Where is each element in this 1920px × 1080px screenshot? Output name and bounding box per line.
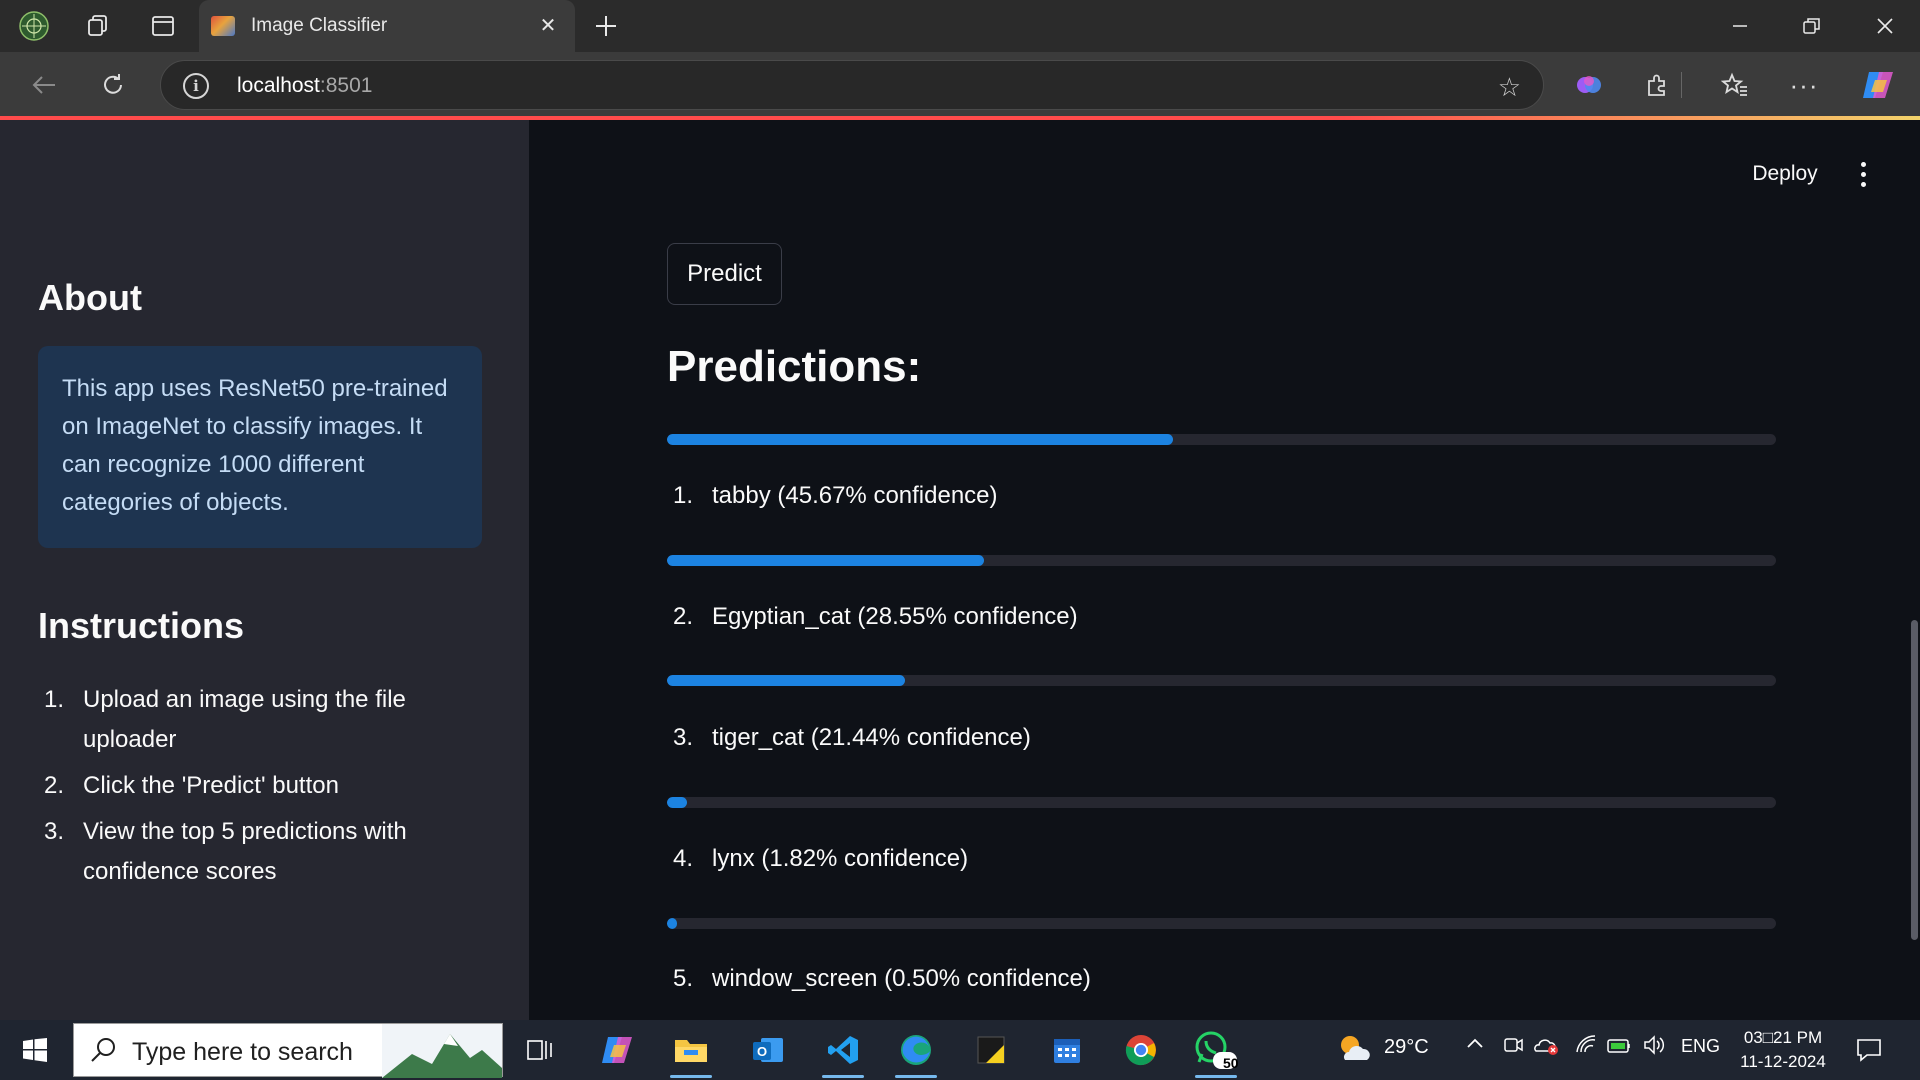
copilot-app-icon[interactable] xyxy=(592,1026,642,1074)
browser-tab-bar: Image Classifier ✕ xyxy=(0,0,1920,52)
system-clock[interactable]: 03□21 PM 11-12-2024 xyxy=(1728,1026,1838,1074)
predictions-heading: Predictions: xyxy=(667,342,922,391)
meet-now-icon[interactable] xyxy=(1502,1034,1524,1062)
windows-start-icon[interactable] xyxy=(10,1028,60,1072)
instruction-item: 1. Upload an image using the file uploade… xyxy=(44,686,406,753)
task-view-icon[interactable] xyxy=(515,1026,565,1074)
calendar-icon[interactable] xyxy=(1042,1026,1092,1074)
outlook-icon[interactable]: O xyxy=(743,1026,793,1074)
toolbar-divider xyxy=(1680,67,1682,103)
collections-icon[interactable] xyxy=(79,8,115,44)
volume-icon[interactable] xyxy=(1643,1034,1667,1062)
prediction-progress-bar xyxy=(667,797,1776,808)
clock-time: 03□21 PM xyxy=(1743,1028,1823,1047)
copilot-icon[interactable] xyxy=(1860,67,1896,103)
search-icon xyxy=(91,1038,115,1062)
site-info-icon[interactable]: i xyxy=(183,73,209,99)
main-scrollbar[interactable] xyxy=(1911,620,1918,940)
prediction-progress-bar xyxy=(667,675,1776,686)
tab-favicon-icon xyxy=(211,16,235,36)
instruction-item: 3. View the top 5 predictions with confid… xyxy=(44,818,407,885)
favorites-icon[interactable] xyxy=(1717,67,1753,103)
main-menu-icon[interactable] xyxy=(1845,156,1881,192)
svg-text:O: O xyxy=(757,1044,767,1059)
tab-close-icon[interactable]: ✕ xyxy=(535,12,561,38)
about-info-box: This app uses ResNet50 pre-trained on Im… xyxy=(38,346,482,548)
sticky-notes-icon[interactable] xyxy=(966,1026,1016,1074)
restore-icon[interactable] xyxy=(1777,0,1847,52)
clock-date: 11-12-2024 xyxy=(1740,1052,1826,1071)
deploy-button[interactable]: Deploy xyxy=(1740,152,1830,196)
close-window-icon[interactable] xyxy=(1850,0,1920,52)
prediction-item: 3. tiger_cat (21.44% confidence) xyxy=(673,724,1031,751)
onedrive-error-icon[interactable] xyxy=(1533,1034,1559,1062)
prediction-progress-bar xyxy=(667,918,1776,929)
vscode-icon[interactable] xyxy=(818,1026,868,1078)
about-heading: About xyxy=(38,277,142,318)
refresh-icon[interactable] xyxy=(95,67,131,103)
extensions-icon[interactable] xyxy=(1640,67,1676,103)
tab-actions-icon[interactable] xyxy=(145,8,181,44)
favorite-star-icon[interactable]: ☆ xyxy=(1498,72,1521,103)
taskbar-search-box[interactable]: Type here to search xyxy=(73,1023,503,1078)
predict-button[interactable]: Predict xyxy=(667,243,782,305)
show-hidden-icons-icon[interactable] xyxy=(1465,1034,1485,1060)
address-bar[interactable]: i localhost:8501 ☆ xyxy=(160,60,1544,110)
chrome-icon[interactable] xyxy=(1116,1026,1166,1074)
prediction-progress-bar xyxy=(667,434,1776,445)
profile-avatar-icon[interactable] xyxy=(16,8,52,44)
prediction-item: 5. window_screen (0.50% confidence) xyxy=(673,965,1091,992)
notification-center-icon[interactable] xyxy=(1855,1036,1883,1069)
prediction-item: 2. Egyptian_cat (28.55% confidence) xyxy=(673,603,1078,630)
language-indicator[interactable]: ENG xyxy=(1681,1036,1720,1057)
weather-icon[interactable] xyxy=(1337,1032,1371,1070)
prediction-item: 4. lynx (1.82% confidence) xyxy=(673,845,969,872)
windows-taskbar: Type here to search O 50 29°C ENG 03□21 … xyxy=(0,1020,1920,1080)
back-icon[interactable] xyxy=(26,67,62,103)
battery-icon[interactable] xyxy=(1607,1036,1633,1060)
prediction-progress-bar xyxy=(667,555,1776,566)
file-explorer-icon[interactable] xyxy=(666,1026,716,1078)
edge-icon[interactable] xyxy=(891,1026,941,1078)
browser-toolbar: i localhost:8501 ☆ ··· xyxy=(0,52,1920,118)
whatsapp-badge: 50 xyxy=(1223,1055,1239,1071)
more-options-icon[interactable]: ··· xyxy=(1786,67,1822,103)
weather-temperature[interactable]: 29°C xyxy=(1384,1036,1429,1059)
wifi-icon[interactable] xyxy=(1575,1034,1597,1060)
new-tab-icon[interactable] xyxy=(588,8,624,44)
instructions-list: 1. Upload an image using the file uploade… xyxy=(38,680,478,898)
instructions-heading: Instructions xyxy=(38,605,245,646)
search-highlight-mountain-icon xyxy=(382,1024,502,1078)
copilot-brain-icon[interactable] xyxy=(1571,67,1607,103)
whatsapp-icon[interactable]: 50 xyxy=(1191,1026,1241,1078)
about-text: This app uses ResNet50 pre-trained on Im… xyxy=(62,375,448,516)
url-text: localhost:8501 xyxy=(237,74,373,97)
tab-image-classifier[interactable]: Image Classifier ✕ xyxy=(199,0,575,52)
instruction-item: 2. Click the 'Predict' button xyxy=(44,772,339,799)
search-placeholder: Type here to search xyxy=(132,1038,353,1066)
minimize-icon[interactable] xyxy=(1705,0,1775,52)
prediction-item: 1. tabby (45.67% confidence) xyxy=(673,482,998,509)
tab-title: Image Classifier xyxy=(251,15,388,36)
